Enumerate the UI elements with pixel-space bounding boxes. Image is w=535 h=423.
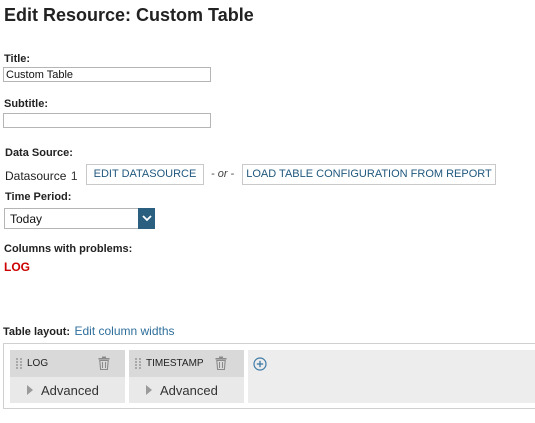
column-name: TIMESTAMP [146,358,204,369]
datasource-number: 1 [70,169,78,183]
table-layout-label: Table layout: [3,326,71,338]
or-separator: - or - [211,168,235,180]
subtitle-input[interactable] [3,113,211,128]
column-card-log[interactable]: LOG Advanced [10,350,125,403]
datasource-label: Data Source: [5,147,73,159]
datasource-value: Datasource 1 [5,167,78,185]
add-column-area [248,350,535,403]
time-period-select[interactable]: Today [4,208,155,229]
column-card-timestamp[interactable]: TIMESTAMP Advanced [129,350,244,403]
title-label: Title: [4,53,31,65]
table-layout-header: Table layout: Edit column widths [3,322,175,340]
columns-with-problems-label: Columns with problems: [4,243,133,255]
table-layout-area: LOG Advanced TIMESTAMP Advanced [3,343,535,409]
plus-circle-icon[interactable] [253,357,267,371]
advanced-toggle-timestamp[interactable]: Advanced [129,377,244,403]
time-period-label: Time Period: [5,191,72,203]
edit-column-widths-link[interactable]: Edit column widths [74,324,174,338]
chevron-down-icon[interactable] [138,208,155,229]
caret-right-icon [27,385,33,395]
drag-handle-icon[interactable] [135,358,141,369]
edit-datasource-button[interactable]: EDIT DATASOURCE [86,164,204,185]
load-table-configuration-button[interactable]: LOAD TABLE CONFIGURATION FROM REPORT [242,164,496,185]
title-input[interactable] [3,67,211,82]
column-header-timestamp[interactable]: TIMESTAMP [129,350,244,377]
advanced-toggle-log[interactable]: Advanced [10,377,125,403]
subtitle-label: Subtitle: [4,98,48,110]
drag-handle-icon[interactable] [16,358,22,369]
trash-icon[interactable] [98,356,110,370]
caret-right-icon [146,385,152,395]
datasource-name: Datasource [5,169,67,183]
trash-icon[interactable] [215,356,227,370]
advanced-label: Advanced [160,383,218,398]
problem-column-log: LOG [4,260,30,274]
column-header-log[interactable]: LOG [10,350,125,377]
advanced-label: Advanced [41,383,99,398]
time-period-value: Today [10,212,43,226]
column-name: LOG [27,358,49,369]
page-title: Edit Resource: Custom Table [4,5,254,25]
